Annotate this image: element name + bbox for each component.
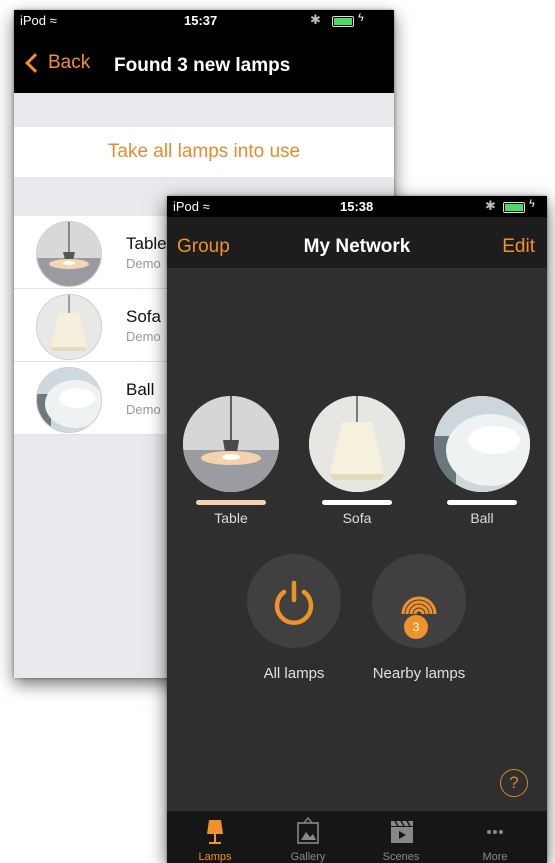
back-label: Back [48, 52, 91, 73]
tab-label: Lamps [198, 851, 232, 863]
tab-lamps[interactable]: Lamps [177, 811, 253, 863]
back-button[interactable]: Back [24, 52, 90, 74]
status-bar: iPod ≈ 15:38 ✱ ϟ [167, 196, 547, 217]
page-title: My Network [303, 236, 411, 257]
nearby-lamps-label: Nearby lamps [372, 665, 466, 682]
lamp-label: Ball [470, 510, 494, 526]
lamp-tile-ball[interactable]: Ball [434, 396, 530, 526]
all-lamps-power-button[interactable] [247, 554, 341, 648]
lamp-thumbnail [36, 367, 102, 433]
lamp-name: Ball [126, 380, 155, 399]
take-all-lamps-button[interactable]: Take all lamps into use [14, 127, 394, 177]
nearby-lamps-button[interactable]: 3 [372, 554, 466, 648]
tab-label: More [482, 851, 508, 863]
tab-bar: Lamps Gallery Scenes More [167, 811, 547, 863]
status-bar: iPod ≈ 15:37 ✱ ϟ [14, 10, 394, 32]
clock: 15:38 [340, 199, 374, 214]
ball-lamp-image [434, 396, 530, 492]
scenes-icon [391, 820, 413, 843]
more-icon [487, 830, 503, 834]
help-icon[interactable]: ? [500, 769, 528, 797]
wifi-icon: ≈ [49, 13, 57, 28]
battery-icon [332, 16, 354, 27]
lamp-brightness-bar [322, 500, 392, 505]
tab-gallery[interactable]: Gallery [270, 811, 346, 863]
gallery-icon [297, 817, 319, 844]
lamp-subtitle: Demo [126, 402, 161, 417]
nav-bar: Back Found 3 new lamps [14, 32, 394, 93]
tab-more[interactable]: More [457, 811, 533, 863]
page-title: Found 3 new lamps [114, 55, 291, 76]
edit-button[interactable]: Edit [502, 236, 535, 258]
tab-label: Scenes [382, 851, 420, 863]
power-icon [274, 580, 314, 625]
chevron-left-icon [25, 53, 45, 73]
bluetooth-icon: ✱ [310, 12, 321, 27]
carrier-label: iPod ≈ [20, 13, 57, 28]
charging-icon: ϟ [529, 198, 535, 210]
charging-icon: ϟ [358, 12, 364, 24]
sofa-lamp-image [309, 396, 405, 492]
lamp-subtitle: Demo [126, 256, 161, 271]
lamp-thumbnail [36, 221, 102, 287]
lamp-tile-table[interactable]: Table [183, 396, 279, 526]
lamp-name: Sofa [126, 307, 161, 326]
clock: 15:37 [184, 13, 218, 28]
lamp-label: Table [214, 510, 248, 526]
lamp-subtitle: Demo [126, 329, 161, 344]
battery-icon [503, 202, 525, 213]
lamp-label: Sofa [342, 510, 372, 526]
lamp-icon [207, 820, 223, 844]
tab-scenes[interactable]: Scenes [363, 811, 439, 863]
all-lamps-label: All lamps [263, 665, 325, 682]
lamp-brightness-bar [196, 500, 266, 505]
lamp-brightness-bar [447, 500, 517, 505]
nearby-count-badge: 3 [404, 615, 428, 639]
table-lamp-image [183, 396, 279, 492]
bluetooth-icon: ✱ [485, 198, 496, 213]
lamp-thumbnail [36, 294, 102, 360]
carrier-label: iPod ≈ [173, 199, 210, 214]
nav-bar: Group My Network Edit [167, 217, 547, 268]
lamp-name: Table [126, 234, 167, 253]
my-network-screen: iPod ≈ 15:38 ✱ ϟ Group My Network Edit T… [167, 196, 547, 863]
wifi-icon: ≈ [202, 199, 210, 214]
tab-label: Gallery [290, 851, 326, 863]
lamp-tile-sofa[interactable]: Sofa [309, 396, 405, 526]
